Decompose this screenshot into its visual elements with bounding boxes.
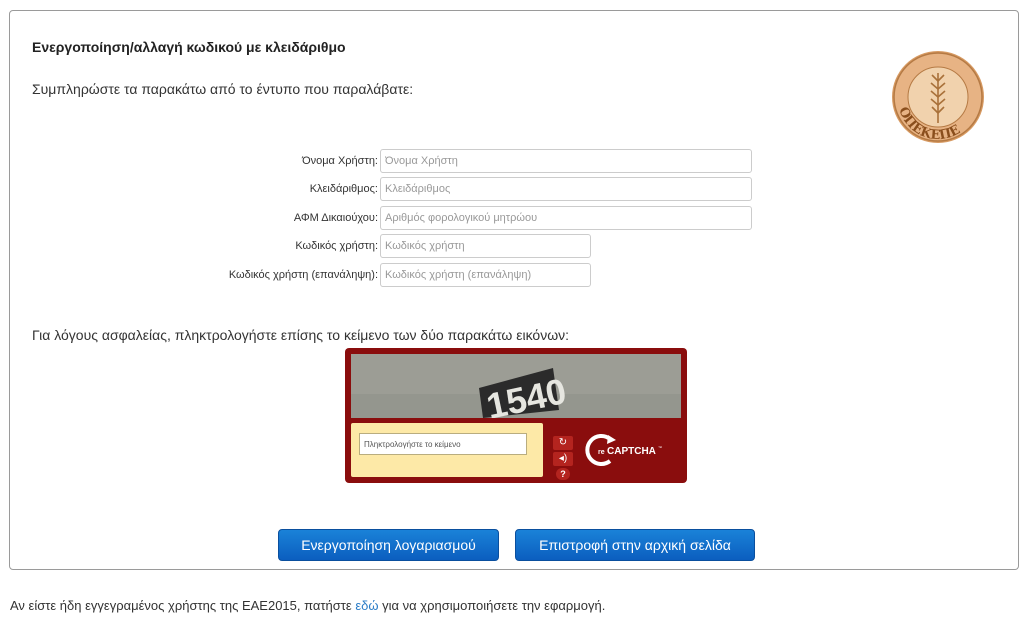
username-input[interactable] <box>380 149 752 173</box>
footer-text-after: για να χρησιμοποιήσετε την εφαρμογή. <box>378 598 606 613</box>
username-label: Όνομα Χρήστη: <box>302 155 378 167</box>
recaptcha-logo: re CAPTCHA ™ <box>585 434 662 466</box>
captcha-input-area <box>351 423 543 477</box>
help-icon[interactable]: ? <box>556 468 570 480</box>
captcha-input[interactable] <box>359 433 527 455</box>
password-repeat-input[interactable] <box>380 263 591 287</box>
captcha-image-art: 1540 <box>351 354 681 418</box>
svg-text:CAPTCHA: CAPTCHA <box>607 446 656 457</box>
keynumber-input[interactable] <box>380 177 752 201</box>
form-row-username: Όνομα Χρήστη: <box>10 149 1020 173</box>
footer-text-before: Αν είστε ήδη εγγεγραμένος χρήστης της ΕΑ… <box>10 598 356 613</box>
instructions-text: Συμπληρώστε τα παρακάτω από το έντυπο πο… <box>32 81 414 97</box>
form-row-password: Κωδικός χρήστη: <box>10 234 1020 258</box>
activation-panel: Ενεργοποίηση/αλλαγή κωδικού με κλειδάριθ… <box>9 10 1019 570</box>
afm-label: ΑΦΜ Δικαιούχου: <box>293 212 378 224</box>
form-row-afm: ΑΦΜ Δικαιούχου: <box>10 206 1020 230</box>
password-input[interactable] <box>380 234 591 258</box>
recaptcha-widget: 1540 ↻ ◂) ? re CAPTCHA ™ <box>345 348 687 483</box>
password-repeat-label: Κωδικός χρήστη (επανάληψη): <box>228 269 378 281</box>
form-row-password-repeat: Κωδικός χρήστη (επανάληψη): <box>10 263 1020 287</box>
page-title: Ενεργοποίηση/αλλαγή κωδικού με κλειδάριθ… <box>32 39 346 55</box>
svg-text:™: ™ <box>658 445 662 450</box>
refresh-icon[interactable]: ↻ <box>553 436 573 450</box>
back-to-home-button[interactable]: Επιστροφή στην αρχική σελίδα <box>515 529 755 561</box>
footer-text: Αν είστε ήδη εγγεγραμένος χρήστης της ΕΑ… <box>10 598 605 613</box>
keynumber-label: Κλειδάριθμος: <box>309 183 378 195</box>
afm-input[interactable] <box>380 206 752 230</box>
activate-account-button[interactable]: Ενεργοποίηση λογαριασμού <box>278 529 499 561</box>
footer-link-here[interactable]: εδώ <box>355 598 378 613</box>
opekepe-logo: ΟΠΕΚΕΠΕ <box>892 51 984 143</box>
captcha-image: 1540 <box>351 354 681 418</box>
svg-text:re: re <box>598 449 605 456</box>
form-row-keynumber: Κλειδάριθμος: <box>10 177 1020 201</box>
audio-icon[interactable]: ◂) <box>553 452 573 466</box>
password-label: Κωδικός χρήστη: <box>295 240 378 252</box>
security-instructions: Για λόγους ασφαλείας, πληκτρολογήστε επί… <box>32 327 570 343</box>
